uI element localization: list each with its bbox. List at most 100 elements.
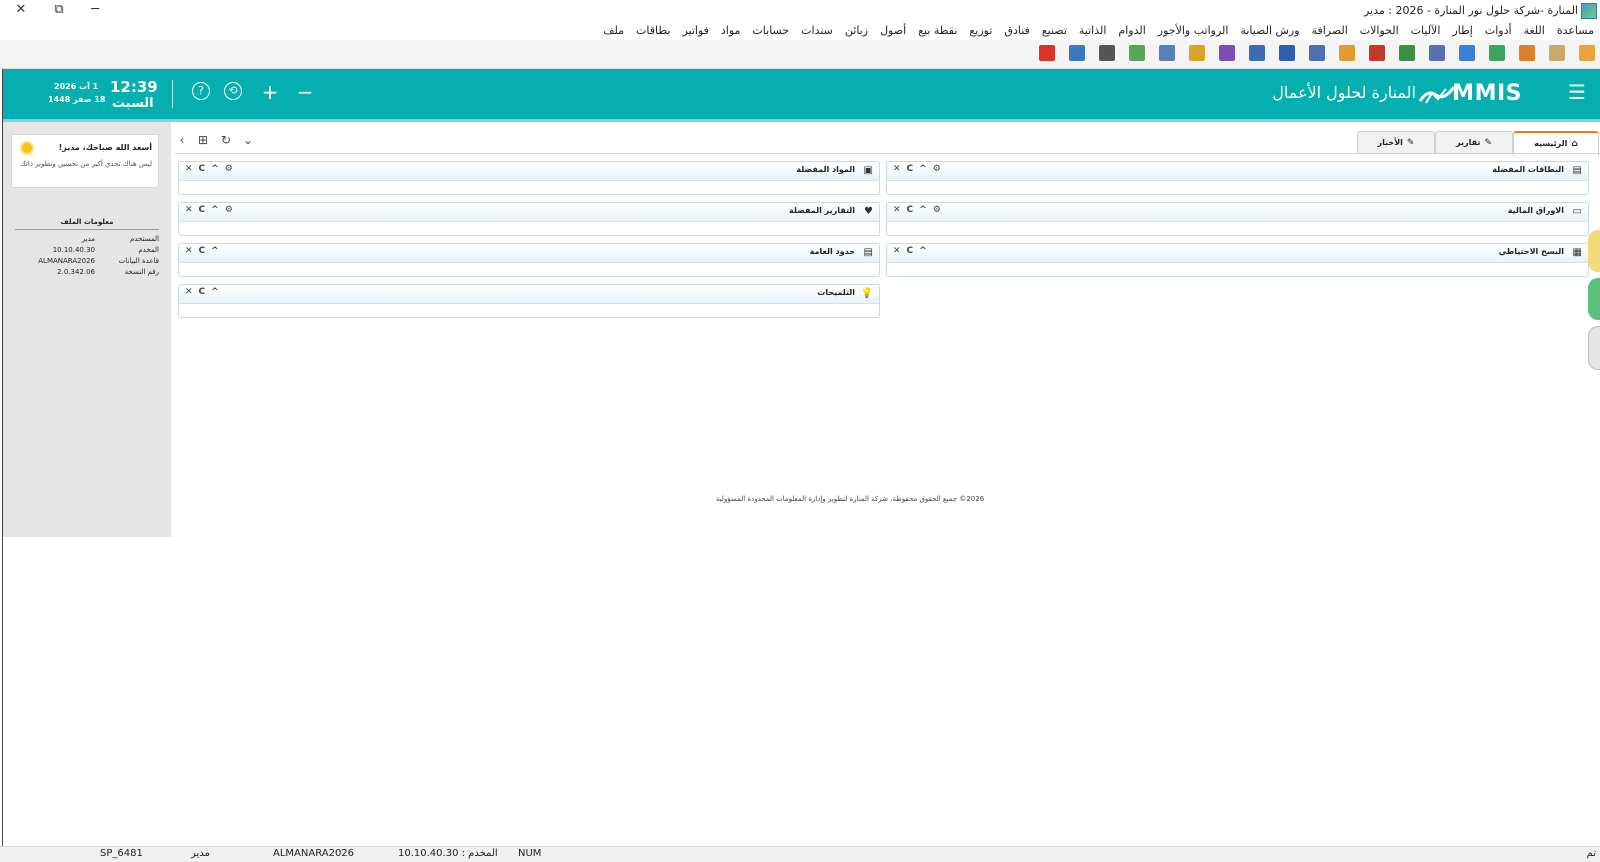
refresh-icon[interactable]: C (199, 205, 206, 215)
menu-item[interactable]: نقطة بيع (912, 22, 963, 40)
lightbulb-icon: 💡 (860, 288, 873, 299)
side-tab-gray[interactable] (1588, 326, 1600, 370)
menu-item[interactable]: الحوالات (1354, 22, 1405, 40)
close-icon[interactable]: ✕ (893, 164, 901, 174)
clock-day: السبت (112, 96, 154, 111)
close-icon[interactable]: ✕ (893, 246, 901, 256)
toolbar-button[interactable] (1276, 42, 1298, 64)
menu-item[interactable]: اللغة (1518, 22, 1551, 40)
users-icon (1519, 45, 1535, 61)
menu-item[interactable]: ملف (597, 22, 630, 40)
collapse-icon[interactable]: ^ (211, 246, 219, 256)
menu-item[interactable]: الصرافة (1306, 22, 1354, 40)
status-code: SP_6481 (100, 848, 143, 859)
toolbar-button[interactable] (1456, 42, 1478, 64)
refresh-icon[interactable]: C (907, 246, 914, 256)
collapse-icon[interactable]: ^ (211, 164, 219, 174)
status-server: المخدم : 10.10.40.30 (398, 848, 498, 859)
toolbar-button[interactable] (1096, 42, 1118, 64)
close-icon[interactable]: ✕ (185, 246, 193, 256)
tab-news[interactable]: ✎الأخبار (1357, 131, 1435, 154)
collapse-icon[interactable]: ^ (919, 164, 927, 174)
restore-window-button[interactable]: ⧉ (44, 2, 74, 20)
toolbar-button[interactable] (1426, 42, 1448, 64)
widget-controls: ✕ C ^ ⚙ (185, 164, 233, 174)
settings-icon[interactable]: ⚙ (933, 205, 941, 215)
close-icon: ✕ (15, 2, 27, 17)
settings-icon[interactable]: ⚙ (933, 164, 941, 174)
back-button[interactable]: ‹ (174, 132, 190, 148)
widget-header: ▤ حدود العامة ✕ C ^ (179, 244, 879, 263)
toolbar-button[interactable] (1156, 42, 1178, 64)
toolbar-button[interactable] (1336, 42, 1358, 64)
collapse-icon[interactable]: ^ (919, 246, 927, 256)
side-tab-green[interactable] (1588, 278, 1600, 320)
toolbar-button[interactable] (1216, 42, 1238, 64)
menu-item[interactable]: فواتير (676, 22, 714, 40)
menu-item[interactable]: بطاقات (630, 22, 676, 40)
brand-name: المنارة لحلول الأعمال (1272, 83, 1416, 102)
toolbar-button[interactable] (1486, 42, 1508, 64)
toolbar-button[interactable] (1516, 42, 1538, 64)
menu-item[interactable]: ورش الصيانة (1234, 22, 1305, 40)
collapse-icon[interactable]: ^ (919, 205, 927, 215)
menu-item[interactable]: الآليات (1405, 22, 1447, 40)
refresh-icon[interactable]: C (907, 205, 914, 215)
close-icon[interactable]: ✕ (893, 205, 901, 215)
toolbar-button[interactable] (1576, 42, 1598, 64)
menu-item[interactable]: مساعدة (1551, 22, 1600, 40)
menu-item[interactable]: الدوام (1112, 22, 1151, 40)
menu-item[interactable]: أصول (874, 22, 912, 40)
widget-header: ▭ الاوراق المالية ✕ C ^ ⚙ (887, 203, 1588, 222)
menu-item[interactable]: مواد (715, 22, 747, 40)
toolbar-button[interactable] (1396, 42, 1418, 64)
layout-button[interactable]: ⊞ (195, 132, 211, 148)
toolbar-button[interactable] (1036, 42, 1058, 64)
menu-item[interactable]: حسابات (746, 22, 795, 40)
collapse-icon[interactable]: ^ (211, 287, 219, 297)
sync-button[interactable]: ⟲ (224, 82, 242, 100)
toolbar-button[interactable] (1246, 42, 1268, 64)
toolbar-button[interactable] (1186, 42, 1208, 64)
toolbar-button[interactable] (1066, 42, 1088, 64)
add-button[interactable]: + (260, 82, 280, 102)
refresh-icon[interactable]: C (907, 164, 914, 174)
minus-button[interactable]: − (295, 82, 315, 102)
collapse-icon[interactable]: ^ (211, 205, 219, 215)
close-icon[interactable]: ✕ (185, 287, 193, 297)
side-tab-yellow[interactable] (1588, 230, 1600, 272)
toolbar-button[interactable] (1306, 42, 1328, 64)
refresh-icon[interactable]: C (199, 164, 206, 174)
settings-icon[interactable]: ⚙ (225, 164, 233, 174)
toolbar-button[interactable] (1366, 42, 1388, 64)
header-divider (172, 80, 173, 108)
toolbar-button[interactable] (1126, 42, 1148, 64)
tab-reports[interactable]: ✎تقارير (1435, 131, 1513, 154)
settings-icon[interactable]: ⚙ (225, 205, 233, 215)
toolbar-button[interactable] (1546, 42, 1568, 64)
menu-item[interactable]: تصنيع (1036, 22, 1073, 40)
list-card-icon (1549, 45, 1565, 61)
money-icon (1189, 45, 1205, 61)
close-icon[interactable]: ✕ (185, 205, 193, 215)
close-icon[interactable]: ✕ (185, 164, 193, 174)
menu-item[interactable]: زبائن (839, 22, 874, 40)
menu-item[interactable]: سندات (795, 22, 839, 40)
close-window-button[interactable]: ✕ (6, 2, 36, 20)
menu-item[interactable]: فنادق (998, 22, 1035, 40)
minimize-window-button[interactable]: ─ (80, 2, 110, 20)
menu-item[interactable]: الرواتب والأجور (1152, 22, 1235, 40)
help-button[interactable]: ? (192, 82, 210, 100)
menu-item[interactable]: توزيع (963, 22, 998, 40)
refresh-icon[interactable]: C (199, 287, 206, 297)
dropdown-button[interactable]: ⌄ (240, 132, 256, 148)
menu-button[interactable]: ☰ (1566, 81, 1588, 103)
items-icon: ▣ (863, 165, 873, 176)
menu-item[interactable]: الذاتية (1073, 22, 1113, 40)
refresh-icon[interactable]: C (199, 246, 206, 256)
file-info-key: رقم النسخة (124, 268, 159, 276)
refresh-button[interactable]: ↻ (218, 132, 234, 148)
file-info-value: مدير (81, 235, 95, 243)
menu-item[interactable]: إطار (1446, 22, 1478, 40)
menu-item[interactable]: أدوات (1479, 22, 1518, 40)
